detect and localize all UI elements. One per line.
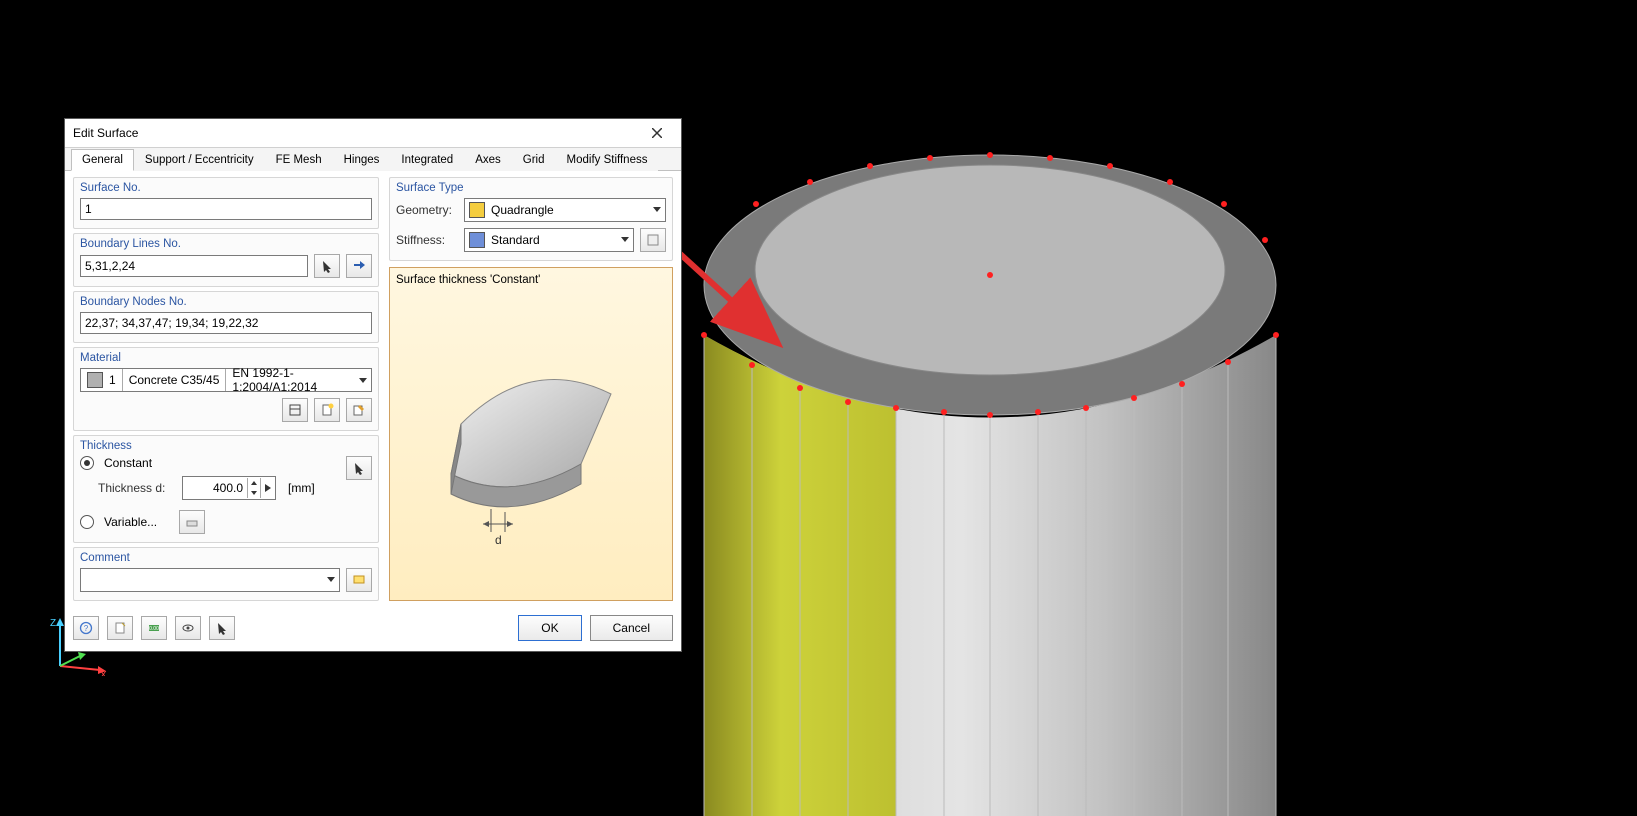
- thickness-d-value: 400.0: [183, 481, 247, 495]
- tab-grid[interactable]: Grid: [512, 149, 556, 171]
- surface-no-group: Surface No.: [73, 177, 379, 229]
- units-icon: 0.00: [147, 621, 161, 635]
- boundary-lines-group: Boundary Lines No.: [73, 233, 379, 287]
- geometry-label: Geometry:: [396, 203, 458, 217]
- tab-general[interactable]: General: [71, 149, 134, 171]
- boundary-lines-input[interactable]: [80, 255, 308, 277]
- thickness-d-spinner[interactable]: 400.0: [182, 476, 276, 500]
- stiffness-edit-icon: [646, 233, 660, 247]
- thickness-group: Thickness Constant Thickness d: 400.0: [73, 435, 379, 543]
- material-edit-button[interactable]: [346, 398, 372, 422]
- ok-button[interactable]: OK: [518, 615, 581, 641]
- surface-no-input[interactable]: [80, 198, 372, 220]
- preview-title: Surface thickness 'Constant': [396, 274, 666, 286]
- comment-pick-button[interactable]: [346, 568, 372, 592]
- svg-text:0.00: 0.00: [149, 626, 159, 632]
- material-group: Material 1 Concrete C35/45 EN 1992-1-1:2…: [73, 347, 379, 431]
- comment-combo[interactable]: [80, 568, 340, 592]
- tab-integrated[interactable]: Integrated: [390, 149, 464, 171]
- stiffness-value: Standard: [491, 233, 540, 247]
- surface-type-group: Surface Type Geometry: Quadrangle Stiffn…: [389, 177, 673, 261]
- help-button[interactable]: ?: [73, 616, 99, 640]
- surface-type-label: Surface Type: [396, 182, 666, 194]
- svg-text:?: ?: [84, 624, 89, 633]
- material-number: 1: [109, 373, 116, 387]
- boundary-nodes-label: Boundary Nodes No.: [80, 296, 372, 308]
- thickness-d-label: Thickness d:: [98, 481, 176, 495]
- thickness-constant-label: Constant: [104, 456, 152, 470]
- preview-image: d: [396, 294, 666, 594]
- boundary-nodes-group: Boundary Nodes No.: [73, 291, 379, 343]
- geometry-combo[interactable]: Quadrangle: [464, 198, 666, 222]
- library-icon: [288, 403, 302, 417]
- geometry-value: Quadrangle: [491, 203, 554, 217]
- close-button[interactable]: [641, 122, 673, 144]
- surface-no-label: Surface No.: [80, 182, 372, 194]
- stiffness-edit-button[interactable]: [640, 228, 666, 252]
- material-code: EN 1992-1-1:2004/A1:2014: [225, 369, 355, 391]
- edit-icon: [352, 403, 366, 417]
- stiffness-combo[interactable]: Standard: [464, 228, 634, 252]
- edit-variable-icon: [185, 515, 199, 529]
- reverse-lines-button[interactable]: [346, 254, 372, 278]
- material-combo[interactable]: 1 Concrete C35/45 EN 1992-1-1:2004/A1:20…: [80, 368, 372, 392]
- close-icon: [652, 128, 662, 138]
- tabs: General Support / Eccentricity FE Mesh H…: [65, 148, 681, 171]
- dialog-title: Edit Surface: [73, 126, 641, 140]
- thickness-variable-radio[interactable]: [80, 515, 94, 529]
- stiffness-label: Stiffness:: [396, 233, 458, 247]
- material-new-button[interactable]: [314, 398, 340, 422]
- material-library-button[interactable]: [282, 398, 308, 422]
- thickness-variable-edit-button[interactable]: [179, 510, 205, 534]
- pick-lines-button[interactable]: [314, 254, 340, 278]
- tab-hinges[interactable]: Hinges: [333, 149, 391, 171]
- edit-surface-dialog: Edit Surface General Support / Eccentric…: [64, 118, 682, 652]
- preview-dim-label: d: [495, 533, 502, 547]
- notes-button[interactable]: [107, 616, 133, 640]
- eye-icon: [181, 621, 195, 635]
- pick-footer-button[interactable]: [209, 616, 235, 640]
- thickness-constant-radio[interactable]: [80, 456, 94, 470]
- boundary-nodes-input[interactable]: [80, 312, 372, 334]
- notes-icon: [113, 621, 127, 635]
- comment-group: Comment: [73, 547, 379, 601]
- thickness-pick-button[interactable]: [346, 456, 372, 480]
- pick-icon: [352, 461, 366, 475]
- preview-panel: Surface thickness 'Constant': [389, 267, 673, 601]
- units-button[interactable]: 0.00: [141, 616, 167, 640]
- cancel-button[interactable]: Cancel: [590, 615, 673, 641]
- material-name: Concrete C35/45: [122, 369, 226, 391]
- spinner-step[interactable]: [260, 478, 275, 498]
- material-dropdown-icon: [355, 378, 371, 383]
- stiffness-chip: [469, 232, 485, 248]
- tab-axes[interactable]: Axes: [464, 149, 512, 171]
- step-icon: [265, 484, 271, 492]
- material-label: Material: [80, 352, 372, 364]
- comment-icon: [352, 573, 366, 587]
- reverse-icon: [352, 259, 366, 273]
- material-color-chip: [87, 372, 103, 388]
- thickness-unit: [mm]: [288, 481, 315, 495]
- comment-label: Comment: [80, 552, 372, 564]
- help-icon: ?: [79, 621, 93, 635]
- tab-modify-stiffness[interactable]: Modify Stiffness: [556, 149, 659, 171]
- dialog-footer: ? 0.00 OK Cancel: [65, 609, 681, 651]
- thickness-variable-label: Variable...: [104, 515, 157, 529]
- tab-support-eccentricity[interactable]: Support / Eccentricity: [134, 149, 265, 171]
- spinner-up[interactable]: [247, 478, 260, 488]
- spinner-down[interactable]: [247, 488, 260, 498]
- tab-fe-mesh[interactable]: FE Mesh: [265, 149, 333, 171]
- geometry-chip: [469, 202, 485, 218]
- view-button[interactable]: [175, 616, 201, 640]
- thickness-label: Thickness: [80, 440, 372, 452]
- pick-icon: [320, 259, 334, 273]
- titlebar[interactable]: Edit Surface: [65, 119, 681, 148]
- new-icon: [320, 403, 334, 417]
- boundary-lines-label: Boundary Lines No.: [80, 238, 372, 250]
- pick-icon: [215, 621, 229, 635]
